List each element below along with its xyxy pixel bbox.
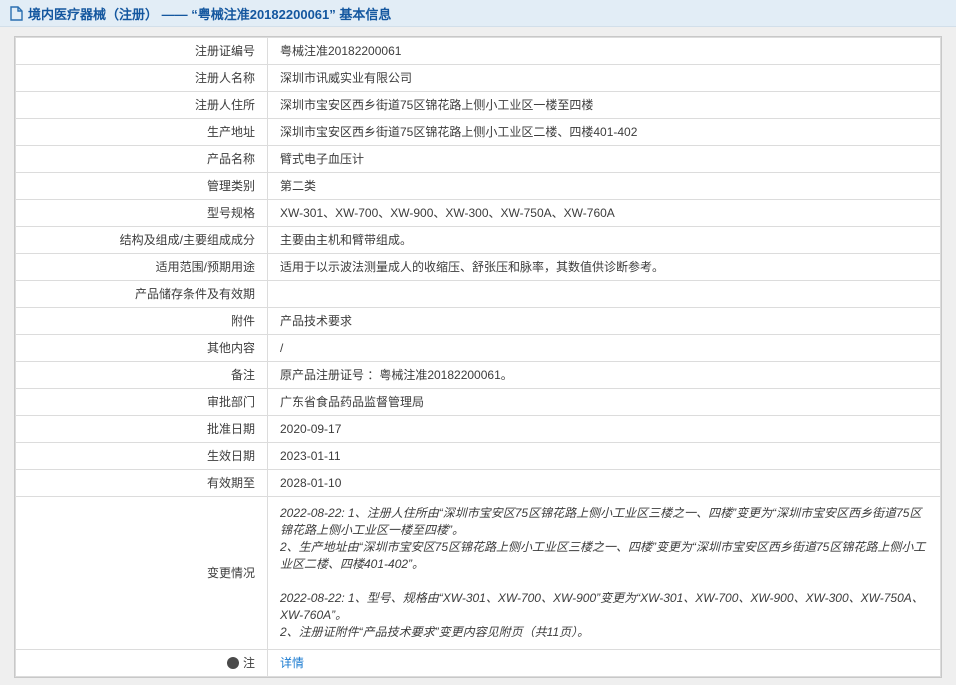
table-row: 变更情况 2022-08-22: 1、注册人住所由“深圳市宝安区75区锦花路上侧… (16, 497, 941, 650)
field-value: 2028-01-10 (268, 470, 941, 497)
field-value: XW-301、XW-700、XW-900、XW-300、XW-750A、XW-7… (268, 200, 941, 227)
table-row: 注册人名称 深圳市讯威实业有限公司 (16, 65, 941, 92)
table-row: 结构及组成/主要组成成分 主要由主机和臂带组成。 (16, 227, 941, 254)
table-row: 审批部门 广东省食品药品监督管理局 (16, 389, 941, 416)
table-row: 注册人住所 深圳市宝安区西乡街道75区锦花路上侧小工业区一楼至四楼 (16, 92, 941, 119)
table-row: 有效期至 2028-01-10 (16, 470, 941, 497)
field-label: 有效期至 (16, 470, 268, 497)
field-value (268, 281, 941, 308)
field-value: 粤械注准20182200061 (268, 38, 941, 65)
field-value: 适用于以示波法测量成人的收缩压、舒张压和脉率，其数值供诊断参考。 (268, 254, 941, 281)
field-label: 附件 (16, 308, 268, 335)
table-row: 适用范围/预期用途 适用于以示波法测量成人的收缩压、舒张压和脉率，其数值供诊断参… (16, 254, 941, 281)
field-label: 其他内容 (16, 335, 268, 362)
field-label: 注册证编号 (16, 38, 268, 65)
field-label: 注 (16, 650, 268, 677)
info-table-body: 注册证编号 粤械注准20182200061 注册人名称 深圳市讯威实业有限公司 … (16, 38, 941, 677)
field-value: 深圳市宝安区西乡街道75区锦花路上侧小工业区二楼、四楼401-402 (268, 119, 941, 146)
table-row: 注册证编号 粤械注准20182200061 (16, 38, 941, 65)
table-row: 备注 原产品注册证号 ：粤械注准20182200061。 (16, 362, 941, 389)
field-value: 2023-01-11 (268, 443, 941, 470)
field-label: 生产地址 (16, 119, 268, 146)
field-label: 型号规格 (16, 200, 268, 227)
field-label: 注册人住所 (16, 92, 268, 119)
page-title: 境内医疗器械（注册） —— “粤械注准20182200061” 基本信息 (28, 4, 391, 23)
field-value: 2020-09-17 (268, 416, 941, 443)
registration-info-table: 注册证编号 粤械注准20182200061 注册人名称 深圳市讯威实业有限公司 … (14, 36, 942, 678)
field-label: 管理类别 (16, 173, 268, 200)
header-bar: 境内医疗器械（注册） —— “粤械注准20182200061” 基本信息 (0, 0, 956, 27)
field-label: 注册人名称 (16, 65, 268, 92)
field-value: 2022-08-22: 1、注册人住所由“深圳市宝安区75区锦花路上侧小工业区三… (268, 497, 941, 650)
table-row: 注 详情 (16, 650, 941, 677)
table-row: 产品名称 臂式电子血压计 (16, 146, 941, 173)
field-label: 审批部门 (16, 389, 268, 416)
field-value: 主要由主机和臂带组成。 (268, 227, 941, 254)
field-value: 深圳市讯威实业有限公司 (268, 65, 941, 92)
field-label: 变更情况 (16, 497, 268, 650)
table-row: 生效日期 2023-01-11 (16, 443, 941, 470)
field-value: 广东省食品药品监督管理局 (268, 389, 941, 416)
table-row: 附件 产品技术要求 (16, 308, 941, 335)
table-row: 型号规格 XW-301、XW-700、XW-900、XW-300、XW-750A… (16, 200, 941, 227)
document-icon (10, 6, 23, 21)
field-value: 产品技术要求 (268, 308, 941, 335)
table-row: 其他内容 / (16, 335, 941, 362)
detail-link[interactable]: 详情 (280, 656, 304, 670)
table-row: 批准日期 2020-09-17 (16, 416, 941, 443)
field-value: 详情 (268, 650, 941, 677)
field-value: 原产品注册证号 ：粤械注准20182200061。 (268, 362, 941, 389)
field-value: 臂式电子血压计 (268, 146, 941, 173)
table-row: 生产地址 深圳市宝安区西乡街道75区锦花路上侧小工业区二楼、四楼401-402 (16, 119, 941, 146)
table-row: 产品储存条件及有效期 (16, 281, 941, 308)
field-label: 结构及组成/主要组成成分 (16, 227, 268, 254)
field-label: 适用范围/预期用途 (16, 254, 268, 281)
table-row: 管理类别 第二类 (16, 173, 941, 200)
field-label: 产品储存条件及有效期 (16, 281, 268, 308)
field-value: / (268, 335, 941, 362)
field-label: 生效日期 (16, 443, 268, 470)
field-label: 产品名称 (16, 146, 268, 173)
field-label: 备注 (16, 362, 268, 389)
note-icon (227, 657, 239, 669)
field-label: 批准日期 (16, 416, 268, 443)
field-value: 第二类 (268, 173, 941, 200)
field-value: 深圳市宝安区西乡街道75区锦花路上侧小工业区一楼至四楼 (268, 92, 941, 119)
